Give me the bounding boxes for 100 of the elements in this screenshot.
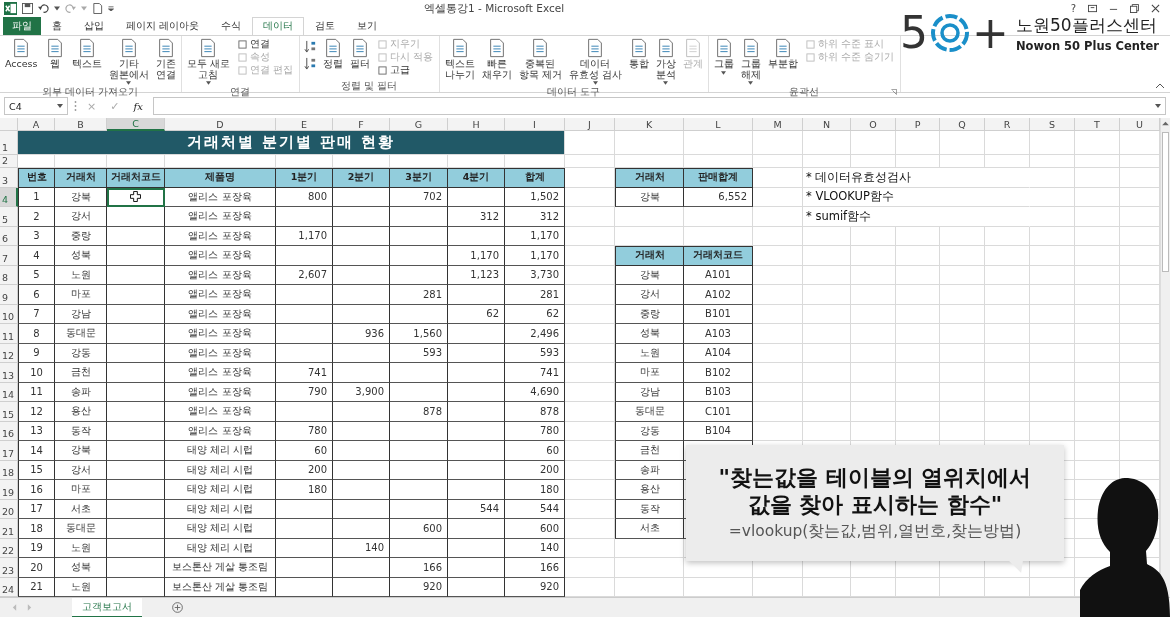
sort-ascending-icon[interactable] <box>303 40 317 53</box>
column-header[interactable]: N <box>803 118 851 131</box>
ribbon-button[interactable]: Access <box>2 37 41 71</box>
row-header[interactable]: 15 <box>0 402 18 422</box>
row-header[interactable]: 22 <box>0 538 18 558</box>
ribbon-tab[interactable]: 파일 <box>3 17 41 35</box>
ribbon-button[interactable]: 그룹 해제 <box>737 37 764 86</box>
row-header[interactable]: 18 <box>0 460 18 480</box>
scroll-thumb[interactable] <box>1162 132 1169 272</box>
ribbon-button[interactable]: 웹 <box>41 37 68 71</box>
ribbon-button[interactable]: 텍스트 <box>68 37 105 71</box>
name-box[interactable]: C4 <box>4 97 68 115</box>
column-header[interactable]: Q <box>940 118 985 131</box>
ribbon-button[interactable]: 필터 <box>346 37 373 71</box>
table-cell <box>276 285 333 305</box>
column-header[interactable]: I <box>505 118 565 131</box>
column-header[interactable]: D <box>165 118 276 131</box>
callout-formula: =vlookup(찾는값,범위,열번호,찾는방법) <box>728 521 1022 542</box>
new-document-icon[interactable] <box>92 3 103 14</box>
sheet-tab[interactable]: 고객보고서 <box>72 597 142 617</box>
ribbon-display-icon[interactable] <box>1088 4 1097 13</box>
vertical-scrollbar[interactable] <box>1160 118 1170 597</box>
row-header[interactable]: 2 <box>0 155 18 168</box>
ribbon-button[interactable]: 데이터 유효성 검사 <box>565 37 625 86</box>
grip-icon <box>74 100 77 112</box>
ribbon-button[interactable]: 텍스트 나누기 <box>441 37 478 81</box>
column-header[interactable]: O <box>851 118 896 131</box>
ribbon-button[interactable]: 연결 <box>235 38 295 50</box>
row-header[interactable]: 20 <box>0 499 18 519</box>
collapse-ribbon-icon[interactable] <box>1156 83 1164 88</box>
row-header[interactable]: 5 <box>0 207 18 227</box>
ribbon-tab[interactable]: 삽입 <box>73 17 115 35</box>
row-header[interactable]: 23 <box>0 558 18 578</box>
ribbon-button[interactable]: 빠른 채우기 <box>478 37 515 81</box>
column-header[interactable]: T <box>1075 118 1120 131</box>
ribbon-button[interactable]: 가상 분석 <box>652 37 679 86</box>
save-icon[interactable] <box>22 3 33 14</box>
row-header[interactable]: 17 <box>0 441 18 461</box>
undo-icon[interactable] <box>38 3 49 14</box>
ribbon-button[interactable]: 정렬 <box>319 37 346 71</box>
caret-icon[interactable] <box>54 6 60 11</box>
row-header[interactable]: 7 <box>0 246 18 266</box>
sort-descending-icon[interactable] <box>303 57 317 70</box>
ribbon-tab[interactable]: 수식 <box>210 17 253 35</box>
column-header[interactable]: S <box>1030 118 1075 131</box>
grid-cell <box>565 382 615 402</box>
row-header[interactable]: 1 <box>0 131 18 155</box>
insert-function-button[interactable]: fx <box>129 97 147 115</box>
row-header[interactable]: 19 <box>0 480 18 500</box>
column-header[interactable]: K <box>615 118 684 131</box>
close-icon[interactable] <box>1151 4 1160 13</box>
column-header[interactable]: U <box>1120 118 1160 131</box>
add-sheet-icon[interactable] <box>172 602 183 613</box>
row-header[interactable]: 9 <box>0 285 18 305</box>
ribbon-button[interactable]: 고급 <box>375 64 435 76</box>
customize-icon[interactable] <box>108 6 114 11</box>
row-header[interactable]: 10 <box>0 304 18 324</box>
column-header[interactable]: G <box>390 118 448 131</box>
grid-cell <box>896 363 940 383</box>
ribbon-button[interactable]: 기존 연결 <box>152 37 179 81</box>
row-header[interactable]: 11 <box>0 324 18 344</box>
ribbon-button[interactable]: 부분합 <box>764 37 801 71</box>
row-header[interactable]: 14 <box>0 382 18 402</box>
row-header[interactable]: 24 <box>0 577 18 597</box>
ribbon-button[interactable]: 모두 새로 고침 <box>183 37 233 86</box>
ribbon-button[interactable]: 중복된 항목 제거 <box>515 37 565 81</box>
row-header[interactable]: 21 <box>0 519 18 539</box>
row-header[interactable]: 4 <box>0 187 18 207</box>
row-header[interactable]: 13 <box>0 363 18 383</box>
ribbon-tab[interactable]: 홈 <box>41 17 73 35</box>
ribbon-tab[interactable]: 보기 <box>346 17 389 35</box>
row-header[interactable]: 6 <box>0 226 18 246</box>
restore-icon[interactable] <box>1130 4 1139 13</box>
formula-input[interactable] <box>152 97 1166 115</box>
row-header[interactable]: 3 <box>0 168 18 188</box>
scroll-up-icon[interactable] <box>1162 121 1169 126</box>
ribbon-button[interactable]: 통합 <box>625 37 652 71</box>
column-header[interactable]: B <box>55 118 107 131</box>
table-cell: 마포 <box>615 363 684 383</box>
ribbon-tab[interactable]: 데이터 <box>252 17 305 35</box>
column-header[interactable]: H <box>448 118 505 131</box>
column-header[interactable]: C <box>107 118 165 131</box>
row-header[interactable]: 12 <box>0 343 18 363</box>
column-header[interactable]: P <box>896 118 940 131</box>
column-header[interactable]: M <box>753 118 803 131</box>
column-header[interactable]: J <box>565 118 615 131</box>
column-header[interactable]: L <box>684 118 753 131</box>
row-header[interactable]: 16 <box>0 421 18 441</box>
column-header[interactable]: A <box>18 118 55 131</box>
ribbon-button[interactable]: 기타 원본에서 <box>105 37 152 86</box>
help-button[interactable]: ? <box>1070 3 1076 14</box>
dialog-launcher-icon[interactable] <box>890 89 897 95</box>
column-header[interactable]: F <box>333 118 390 131</box>
ribbon-tab[interactable]: 검토 <box>304 17 347 35</box>
grid-cell <box>615 226 684 246</box>
column-header[interactable]: E <box>276 118 333 131</box>
column-header[interactable]: R <box>985 118 1030 131</box>
row-header[interactable]: 8 <box>0 265 18 285</box>
ribbon-tab[interactable]: 페이지 레이아웃 <box>115 17 211 35</box>
ribbon-button[interactable]: 그룹 <box>710 37 737 76</box>
